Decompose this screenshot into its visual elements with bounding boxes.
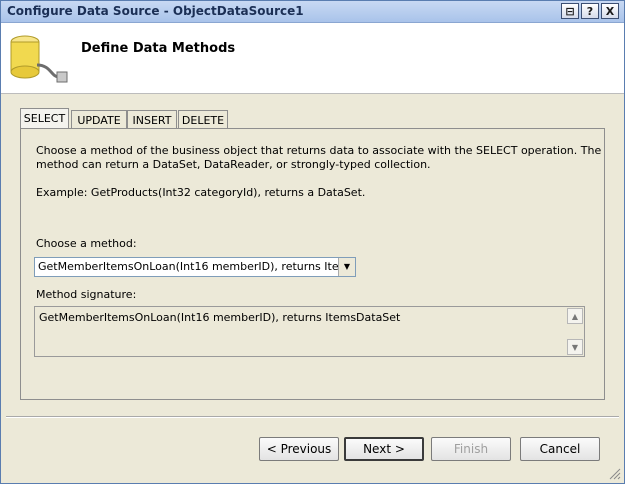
title-bar[interactable]: Configure Data Source - ObjectDataSource… <box>1 1 624 23</box>
method-signature-value: GetMemberItemsOnLoan(Int16 memberID), re… <box>39 311 401 324</box>
tab-select[interactable]: SELECT <box>20 108 69 130</box>
page-title: Define Data Methods <box>81 41 236 56</box>
close-button[interactable]: X <box>601 3 619 19</box>
dialog-window: Configure Data Source - ObjectDataSource… <box>0 0 625 484</box>
chevron-down-icon[interactable]: ▼ <box>338 258 355 276</box>
resize-grip-icon[interactable] <box>609 468 621 480</box>
wizard-header: Define Data Methods <box>1 23 624 94</box>
window-title: Configure Data Source - ObjectDataSource… <box>7 4 304 18</box>
scroll-up-icon[interactable]: ▲ <box>567 308 583 324</box>
help-button[interactable]: ? <box>581 3 599 19</box>
choose-method-label: Choose a method: <box>36 237 137 250</box>
scroll-down-icon[interactable]: ▼ <box>567 339 583 355</box>
method-dropdown[interactable]: GetMemberItemsOnLoan(Int16 memberID), re… <box>34 257 356 277</box>
tab-update[interactable]: UPDATE <box>71 110 127 130</box>
database-plug-icon <box>10 35 68 83</box>
method-dropdown-value: GetMemberItemsOnLoan(Int16 memberID), re… <box>38 260 355 273</box>
method-signature-box: GetMemberItemsOnLoan(Int16 memberID), re… <box>34 306 585 357</box>
method-signature-label: Method signature: <box>36 288 137 301</box>
cancel-button[interactable]: Cancel <box>520 437 600 461</box>
footer-divider <box>6 416 619 418</box>
restore-button[interactable]: ⊟ <box>561 3 579 19</box>
tab-delete[interactable]: DELETE <box>178 110 228 130</box>
tab-insert[interactable]: INSERT <box>127 110 177 130</box>
description-line-1: Choose a method of the business object t… <box>36 144 602 157</box>
finish-button[interactable]: Finish <box>431 437 511 461</box>
previous-button[interactable]: < Previous <box>259 437 339 461</box>
description-line-2: method can return a DataSet, DataReader,… <box>36 158 431 171</box>
next-button[interactable]: Next > <box>344 437 424 461</box>
example-text: Example: GetProducts(Int32 categoryId), … <box>36 186 366 199</box>
